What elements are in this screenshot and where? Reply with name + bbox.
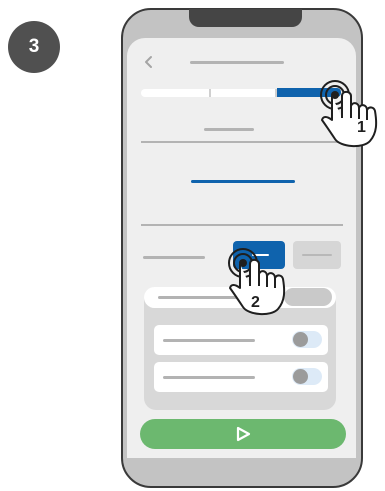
settings-row: [154, 325, 328, 355]
callout-label: 1: [357, 119, 366, 136]
divider: [141, 141, 343, 143]
settings-row-toggle[interactable]: [292, 331, 322, 348]
callout-label: 2: [251, 294, 260, 311]
tab-2[interactable]: [211, 89, 275, 97]
step-badge: 3: [8, 21, 60, 73]
selected-value-placeholder: [191, 180, 295, 183]
back-chevron-icon[interactable]: [142, 55, 156, 69]
phone-notch: [189, 9, 302, 27]
settings-row-toggle[interactable]: [292, 368, 322, 385]
divider: [141, 224, 343, 226]
screen-title-placeholder: [190, 61, 284, 64]
tap-hand-icon: [320, 80, 378, 147]
play-button[interactable]: [140, 419, 346, 449]
option-button[interactable]: [293, 241, 341, 269]
option-label-placeholder: [143, 256, 205, 259]
settings-row: [154, 362, 328, 392]
section-label-placeholder: [204, 128, 254, 131]
tab-1[interactable]: [141, 89, 209, 97]
play-icon: [236, 426, 251, 442]
